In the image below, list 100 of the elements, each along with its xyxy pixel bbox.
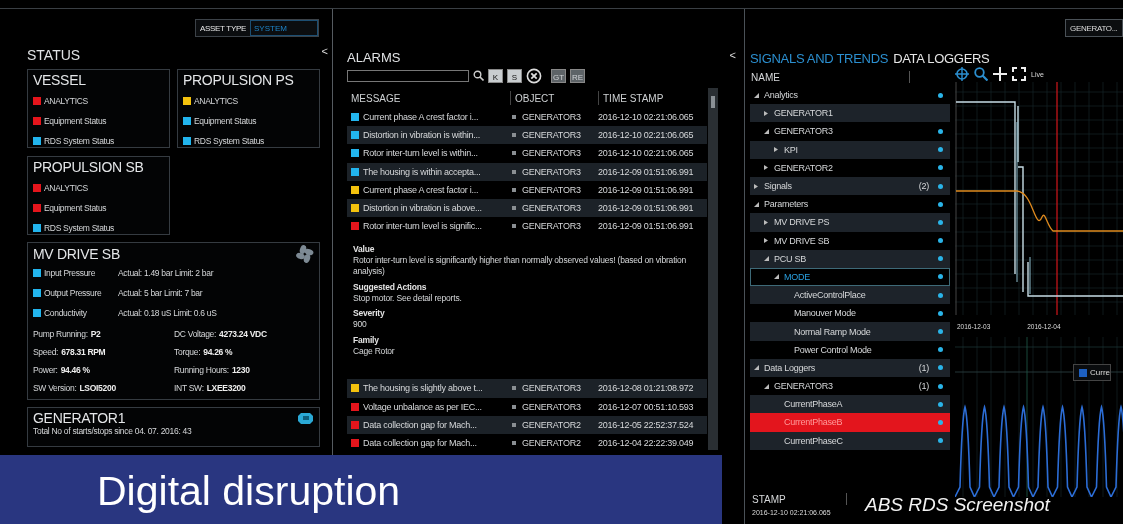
clear-button[interactable] <box>526 67 542 84</box>
tab[interactable]: SIGNALS AND TRENDS <box>750 50 889 66</box>
search-button[interactable] <box>473 70 484 81</box>
alarm-object: GENERATOR3 <box>522 166 581 177</box>
section-title: ALARMS <box>347 50 401 65</box>
card-title: VESSEL <box>33 72 87 88</box>
alarm-time: 2016-12-05 22:52:37.524 <box>598 419 695 430</box>
alarm-object: GENERATOR3 <box>522 148 581 159</box>
asset-type-value[interactable]: SYSTEM <box>250 20 318 36</box>
tree-item[interactable]: PCU SB <box>750 249 950 268</box>
status-label: RDS System Status <box>44 136 114 146</box>
stat-text: Speed: 678.31 RPM <box>33 346 107 359</box>
tree-label: KPI <box>784 144 799 155</box>
tree-item[interactable]: Data Loggers (1) <box>750 358 950 377</box>
alarm-row[interactable]: Data collection gap for Mach... GENERATOR2 2016-12-04 22:22:39.049 <box>347 433 707 453</box>
tree-item[interactable]: GENERATOR2 <box>750 158 950 177</box>
object-field[interactable]: GENERATO... <box>1065 19 1123 37</box>
tab[interactable]: DATA LOGGERS <box>893 50 990 66</box>
tree-label: PCU SB <box>774 253 807 264</box>
tree-label: MV DRIVE SB <box>774 235 831 246</box>
tree-item[interactable]: Parameters <box>750 195 950 214</box>
tree-label: CurrentPhaseC <box>784 435 844 446</box>
alarm-time: 2016-12-09 01:51:06.991 <box>598 203 695 214</box>
tree-item[interactable]: Normal Ramp Mode <box>750 322 950 341</box>
tree-item[interactable]: Analytics <box>750 86 950 105</box>
tree-label: ActiveControlPlace <box>794 290 867 301</box>
tree-item[interactable]: GENERATOR1 <box>750 104 950 123</box>
search-icon <box>473 70 484 81</box>
tree-item[interactable]: MV DRIVE PS <box>750 213 950 232</box>
stat-text: Power: 94.46 % <box>33 364 91 377</box>
tree-item[interactable]: KPI <box>750 140 950 159</box>
alarm-row[interactable]: The housing is within accepta... GENERATOR3 2016-12-09 01:51:06.991 <box>347 162 707 181</box>
tree-label: Parameters <box>764 199 810 210</box>
alarm-object: GENERATOR3 <box>522 184 581 195</box>
collapse-button[interactable]: < <box>321 45 328 57</box>
asset-type-selector[interactable]: ASSET TYPE SYSTEM <box>194 19 319 37</box>
alarm-row[interactable]: Current phase A crest factor i... GENERATOR3 2016-12-09 01:51:06.991 <box>347 180 707 199</box>
alarm-time: 2016-12-10 02:21:06.065 <box>598 130 695 141</box>
alarm-time: 2016-12-09 01:51:06.991 <box>598 166 695 177</box>
alarm-row[interactable]: Distortion in vibration is above... GENERATOR3 2016-12-09 01:51:06.991 <box>347 198 707 218</box>
alarm-row[interactable]: The housing is slightly above t... GENERATOR3 2016-12-08 01:21:08.972 <box>347 379 707 398</box>
detail-text: 900 <box>353 319 368 330</box>
status-label: Equipment Status <box>44 116 107 126</box>
alarm-row[interactable]: Voltage unbalance as per IEC... GENERATOR3 2016-12-07 00:51:10.593 <box>347 397 707 416</box>
tree-label: MODE <box>784 271 811 282</box>
object-icon <box>512 422 516 427</box>
alarm-message: Rotor inter-turn level is signific... <box>363 221 482 232</box>
alarm-row[interactable]: Rotor inter-turn level is within... GENERATOR3 2016-12-10 02:21:06.065 <box>347 144 707 163</box>
tree-item[interactable]: GENERATOR3 (1) <box>750 377 950 396</box>
item-count: (1) <box>918 381 929 392</box>
tree-item[interactable]: MV DRIVE SB <box>750 231 950 250</box>
crosshair-icon <box>955 67 969 81</box>
object-icon <box>512 386 516 391</box>
object-icon <box>512 206 516 211</box>
filter-button[interactable]: K <box>488 68 503 83</box>
alarm-row[interactable]: Current phase A crest factor i... GENERATOR3 2016-12-10 02:21:06.065 <box>347 108 707 127</box>
object-icon <box>512 404 516 409</box>
tree-label: Power Control Mode <box>794 344 873 355</box>
detail-text: Stop motor. See detail reports. <box>353 292 463 304</box>
legend-swatch <box>1079 368 1087 377</box>
object-icon <box>512 151 516 156</box>
tree-item[interactable]: Power Control Mode <box>750 340 950 359</box>
status-label: Equipment Status <box>194 116 257 126</box>
alarm-object: GENERATOR3 <box>522 112 581 123</box>
tree-item[interactable]: Signals (2) <box>750 176 950 196</box>
detail-label: Severity <box>353 308 386 319</box>
alarm-object: GENERATOR2 <box>522 419 581 430</box>
stat-text: Pump Running: P2 <box>33 328 102 341</box>
measurement-label: Output Pressure <box>44 288 102 298</box>
detail-label: Suggested Actions <box>353 281 428 292</box>
tree-item[interactable]: MODE <box>750 267 950 287</box>
detail-label: Family <box>353 334 380 345</box>
stat-text: SW Version: LSOI5200 <box>33 382 117 395</box>
tree-item[interactable]: Manouver Mode <box>750 304 950 323</box>
tree-item[interactable]: ActiveControlPlace <box>750 286 950 305</box>
item-count: (2) <box>918 181 929 192</box>
object-icon <box>512 224 516 229</box>
asset-type-label: ASSET TYPE <box>198 22 247 35</box>
filter-button[interactable]: S <box>507 68 522 83</box>
alarm-row[interactable]: Distortion in vibration is within... GENERATOR3 2016-12-10 02:21:06.065 <box>347 126 707 145</box>
alarm-row[interactable]: Data collection gap for Mach... GENERATOR2 2016-12-05 22:52:37.524 <box>347 415 707 434</box>
alarm-message: The housing is slightly above t... <box>363 383 483 394</box>
status-label: ANALYTICS <box>44 96 88 106</box>
collapse-button[interactable]: < <box>729 48 736 61</box>
tree-item[interactable]: GENERATOR3 <box>750 122 950 141</box>
alarm-message: Distortion in vibration is within... <box>363 130 481 141</box>
move-icon <box>993 67 1007 81</box>
search-field[interactable] <box>347 69 469 82</box>
banner-title: Digital disruption <box>97 471 402 512</box>
alarm-row[interactable]: Rotor inter-turn level is signific... GENERATOR3 2016-12-09 01:51:06.991 <box>347 217 707 236</box>
measurement-value: Actual: 1.49 bar Limit: 2 bar <box>118 268 215 278</box>
tree-label: Normal Ramp Mode <box>794 326 872 337</box>
alarm-message: The housing is within accepta... <box>363 166 481 177</box>
scrollbar[interactable] <box>708 88 718 450</box>
measurement-value: Actual: 5 bar Limit: 7 bar <box>118 288 204 298</box>
section-title: STATUS <box>27 47 81 63</box>
status-label: Equipment Status <box>44 203 107 213</box>
fan-icon <box>296 245 314 263</box>
tree-item[interactable]: CurrentPhaseA <box>750 395 950 414</box>
detail-text: Rotor inter-turn level is significantly higher than normally observed values! (based on vibration analysis) <box>353 255 688 277</box>
